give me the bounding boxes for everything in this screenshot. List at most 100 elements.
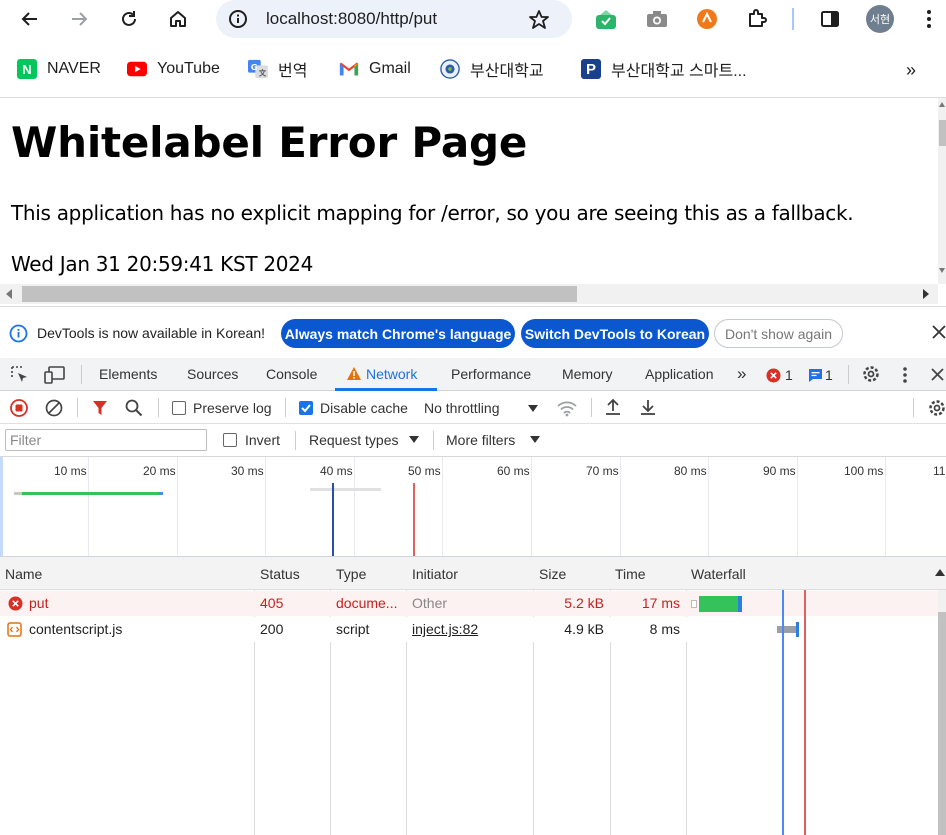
svg-text:G: G <box>251 62 258 72</box>
gmail-icon <box>339 59 359 79</box>
tab-network[interactable]: Network <box>366 366 417 382</box>
bookmark-naver[interactable]: N NAVER <box>17 58 101 80</box>
forward-button[interactable] <box>64 4 94 34</box>
reload-button[interactable] <box>114 4 144 34</box>
network-settings-icon[interactable] <box>927 398 946 418</box>
overview-tick-label: 100 ms <box>844 464 884 478</box>
bookmarks-bar: N NAVER YouTube G文 번역 Gmail 부산대학교 P 부산대학… <box>0 50 946 88</box>
throttling-select[interactable]: No throttling <box>424 391 544 424</box>
disable-cache-checkbox[interactable] <box>299 401 313 415</box>
column-header-time[interactable]: Time <box>615 566 646 582</box>
more-filters-dropdown[interactable]: More filters <box>446 424 546 457</box>
scroll-up-arrow-icon[interactable] <box>939 102 945 107</box>
invert-checkbox[interactable] <box>223 433 237 447</box>
page-horizontal-scroll-thumb[interactable] <box>22 286 577 302</box>
home-button[interactable] <box>163 4 193 34</box>
request-name[interactable]: contentscript.js <box>29 621 122 637</box>
extensions-button[interactable] <box>742 4 772 34</box>
tab-divider <box>848 365 849 384</box>
import-har-upload-icon[interactable] <box>604 398 622 416</box>
scroll-down-arrow-icon[interactable] <box>939 268 945 273</box>
side-panel-button[interactable] <box>815 4 845 34</box>
search-icon[interactable] <box>125 399 143 417</box>
filter-input[interactable]: Filter <box>5 429 207 451</box>
devtools-settings-icon[interactable] <box>861 364 881 384</box>
overview-dom-content-loaded-marker <box>332 483 334 556</box>
orange-extension-icon <box>697 9 717 29</box>
overview-tick-label: 60 ms <box>497 464 530 478</box>
table-vertical-scrollbar[interactable] <box>938 590 946 835</box>
sort-ascending-icon[interactable] <box>935 569 945 576</box>
request-initiator-link[interactable]: inject.js:82 <box>412 621 478 637</box>
switch-to-korean-button[interactable]: Switch DevTools to Korean <box>521 319 709 348</box>
request-types-dropdown[interactable]: Request types <box>309 424 427 457</box>
devtools-language-banner: DevTools is now available in Korean! Alw… <box>0 306 946 358</box>
column-header-waterfall[interactable]: Waterfall <box>691 566 746 582</box>
export-har-download-icon[interactable] <box>639 398 657 416</box>
disable-cache-label: Disable cache <box>320 400 408 416</box>
bookmark-pnu-smart[interactable]: P 부산대학교 스마트... <box>581 58 747 80</box>
more-tabs-chevron-icon[interactable]: » <box>737 364 746 384</box>
device-toolbar-icon[interactable] <box>44 365 66 385</box>
scroll-right-arrow-icon[interactable] <box>923 289 929 299</box>
column-header-name[interactable]: Name <box>5 566 42 582</box>
overview-gridline <box>442 457 443 556</box>
extension-camera-button[interactable] <box>642 4 672 34</box>
page-horizontal-scrollbar[interactable] <box>0 284 938 304</box>
tab-console[interactable]: Console <box>266 366 317 382</box>
puzzle-icon <box>749 9 767 27</box>
tab-sources[interactable]: Sources <box>187 366 238 382</box>
url-text[interactable]: localhost:8080/http/put <box>266 9 437 29</box>
record-stop-icon[interactable] <box>10 399 28 417</box>
always-match-language-button[interactable]: Always match Chrome's language <box>281 319 515 348</box>
bookmark-gmail[interactable]: Gmail <box>339 58 411 80</box>
preserve-log-checkbox[interactable] <box>172 401 186 415</box>
column-header-type[interactable]: Type <box>336 566 366 582</box>
profile-initial: 서현 <box>869 13 891 26</box>
extension-orange-button[interactable] <box>692 4 722 34</box>
inspect-element-icon[interactable] <box>10 365 30 385</box>
overview-gridline <box>708 457 709 556</box>
overview-tick-label: 20 ms <box>143 464 176 478</box>
column-header-status[interactable]: Status <box>260 566 300 582</box>
network-overview-timeline[interactable]: 10 ms 20 ms 30 ms 40 ms 50 ms 60 ms 70 m… <box>0 457 946 557</box>
kebab-menu-icon <box>927 10 931 28</box>
scroll-left-arrow-icon[interactable] <box>6 289 12 299</box>
profile-avatar[interactable]: 서현 <box>866 5 894 33</box>
chrome-menu-button[interactable] <box>914 4 944 34</box>
filter-funnel-icon[interactable] <box>92 400 108 416</box>
overview-left-handle[interactable] <box>0 457 3 556</box>
column-header-size[interactable]: Size <box>539 566 566 582</box>
tab-performance[interactable]: Performance <box>451 366 531 382</box>
clear-icon[interactable] <box>45 399 63 417</box>
bookmark-pnu[interactable]: 부산대학교 <box>440 58 544 80</box>
close-banner-icon[interactable] <box>932 325 946 339</box>
tab-application[interactable]: Application <box>645 366 714 382</box>
bookmark-translate[interactable]: G文 번역 <box>248 58 307 80</box>
extension-wallet-button[interactable] <box>591 4 621 34</box>
site-info-icon[interactable] <box>228 9 248 29</box>
column-header-initiator[interactable]: Initiator <box>412 566 458 582</box>
tab-memory[interactable]: Memory <box>562 366 613 382</box>
devtools-menu-icon[interactable] <box>902 366 908 384</box>
side-panel-icon <box>821 11 839 27</box>
home-icon <box>170 11 186 27</box>
page-vertical-scrollbar[interactable] <box>938 98 946 284</box>
chevron-down-icon <box>530 436 540 443</box>
close-devtools-icon[interactable] <box>931 368 944 381</box>
overview-gridline <box>88 457 89 556</box>
dont-show-again-button[interactable]: Don't show again <box>714 319 843 348</box>
address-bar[interactable]: localhost:8080/http/put <box>216 0 572 38</box>
toolbar-separator <box>913 398 914 417</box>
network-conditions-wifi-icon[interactable] <box>557 399 577 417</box>
bookmark-youtube[interactable]: YouTube <box>127 58 220 80</box>
bookmarks-overflow-chevron-icon[interactable]: » <box>906 60 916 81</box>
back-button[interactable] <box>15 4 45 34</box>
overview-tick-label: 10 ms <box>54 464 87 478</box>
more-filters-label: More filters <box>446 432 516 448</box>
page-vertical-scroll-thumb[interactable] <box>939 120 946 146</box>
request-name[interactable]: put <box>29 595 48 611</box>
tab-elements[interactable]: Elements <box>99 366 157 382</box>
table-scroll-thumb[interactable] <box>938 612 946 835</box>
bookmark-star-icon[interactable] <box>528 9 550 31</box>
